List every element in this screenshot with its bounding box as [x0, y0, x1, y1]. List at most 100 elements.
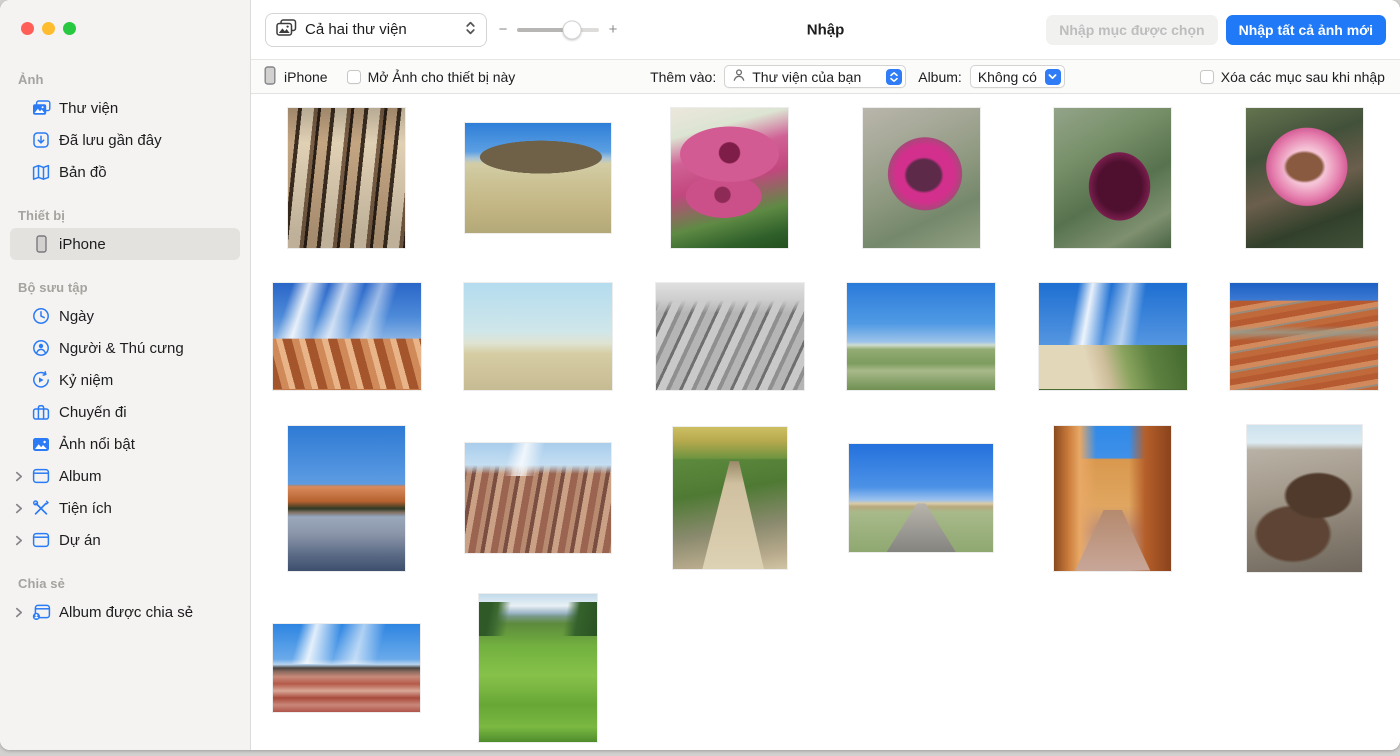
- map-icon: [30, 164, 52, 181]
- photo-thumbnail-creek-valley[interactable]: [673, 427, 787, 569]
- import-photo-grid: [251, 94, 1400, 750]
- sidebar-item-label: Chuyến đi: [59, 403, 127, 421]
- import-all-button[interactable]: Nhập tất cả ảnh mới: [1226, 15, 1386, 45]
- photo-cell: [443, 410, 635, 586]
- photo-cell: [1209, 410, 1400, 586]
- photo-cell: [443, 586, 635, 750]
- chevron-up-down-icon: [465, 20, 476, 40]
- photo-thumbnail-desert-road[interactable]: [849, 444, 993, 552]
- photo-grid-row: [251, 586, 1400, 750]
- sidebar-item-map[interactable]: Bản đồ: [10, 156, 240, 188]
- sidebar-item-person-circle[interactable]: Người & Thú cưng: [10, 332, 240, 364]
- photo-thumbnail-green-field[interactable]: [847, 283, 995, 390]
- toolbar-buttons: Nhập mục được chọn Nhập tất cả ảnh mới: [1046, 15, 1386, 45]
- chevron-right-icon[interactable]: [15, 471, 30, 482]
- zoom-slider-thumb[interactable]: [562, 20, 581, 39]
- device-info: iPhone: [264, 66, 328, 88]
- zoom-out-icon[interactable]: −: [498, 21, 508, 38]
- album-label: Album:: [918, 69, 962, 85]
- library-selector-label: Cả hai thư viện: [305, 21, 457, 38]
- suitcase-icon: [30, 404, 52, 421]
- sidebar-item-label: Album được chia sẻ: [59, 603, 193, 621]
- photo-thumbnail-green-meadow[interactable]: [479, 594, 597, 742]
- photo-cell: [251, 94, 443, 262]
- sidebar-item-clock[interactable]: Ngày: [10, 300, 240, 332]
- sidebar-section-title: Thiết bị: [18, 208, 250, 223]
- photo-grid-row: [251, 410, 1400, 586]
- person-icon: [732, 68, 746, 85]
- chevron-down-icon: [1045, 69, 1061, 85]
- photo-thumbnail-red-cliffs[interactable]: [1230, 283, 1378, 390]
- photo-cell: [251, 410, 443, 586]
- photo-cell: [634, 410, 826, 586]
- device-bar: iPhone Mở Ảnh cho thiết bị này Thêm vào:…: [251, 60, 1400, 94]
- device-name: iPhone: [284, 69, 328, 85]
- chevron-right-icon[interactable]: [15, 535, 30, 546]
- photo-cell: [1017, 410, 1209, 586]
- sidebar-item-label: Tiện ích: [59, 499, 112, 517]
- sidebar-item-photos-stack[interactable]: Thư viện: [10, 92, 240, 124]
- sidebar-item-album[interactable]: Album: [10, 460, 240, 492]
- import-selected-button[interactable]: Nhập mục được chọn: [1046, 15, 1217, 45]
- photo-thumbnail-pink-flower[interactable]: [1246, 108, 1363, 248]
- photo-thumbnail-white-cliffs[interactable]: [1039, 283, 1187, 390]
- photo-thumbnail-river-reflection[interactable]: [288, 426, 405, 571]
- photo-thumbnail-magenta-tulip[interactable]: [863, 108, 980, 248]
- window-controls: [0, 0, 250, 52]
- add-to-popup[interactable]: Thư viện của bạn: [724, 65, 906, 88]
- photo-cell: [1017, 94, 1209, 262]
- photo-thumbnail-prairie-butte[interactable]: [465, 123, 611, 233]
- close-window-button[interactable]: [21, 22, 34, 35]
- utilities-icon: [30, 499, 52, 517]
- sidebar-item-iphone[interactable]: iPhone: [10, 228, 240, 260]
- sidebar-item-project[interactable]: Dự án: [10, 524, 240, 556]
- photo-thumbnail-pink-orchids[interactable]: [671, 108, 788, 248]
- sidebar-item-featured-photo[interactable]: Ảnh nổi bật: [10, 428, 240, 460]
- chevron-up-down-icon: [886, 69, 902, 85]
- photo-thumbnail-badlands-bw[interactable]: [656, 283, 804, 390]
- photo-thumbnail-hazy-plain[interactable]: [464, 283, 612, 390]
- open-photos-option[interactable]: Mở Ảnh cho thiết bị này: [347, 69, 516, 85]
- add-to-value: Thư viện của bạn: [752, 69, 880, 85]
- page-title: Nhập: [807, 21, 845, 38]
- photo-cell: [1209, 94, 1400, 262]
- chevron-right-icon[interactable]: [15, 607, 30, 618]
- sidebar-item-label: Kỷ niệm: [59, 371, 113, 389]
- photo-cell: [1209, 262, 1400, 410]
- delete-after-import-option[interactable]: Xóa các mục sau khi nhập: [1200, 69, 1385, 85]
- sidebar-item-label: Đã lưu gần đây: [59, 131, 162, 149]
- sidebar-section-title: Bộ sưu tập: [18, 280, 250, 295]
- photos-stack-icon: [30, 100, 52, 116]
- photo-thumbnail-rock-face[interactable]: [288, 108, 405, 248]
- minimize-window-button[interactable]: [42, 22, 55, 35]
- delete-after-import-label: Xóa các mục sau khi nhập: [1221, 69, 1385, 85]
- photos-stack-icon: [276, 19, 297, 40]
- sidebar-item-shared-album[interactable]: Album được chia sẻ: [10, 596, 240, 628]
- photo-thumbnail-canyon-road[interactable]: [1054, 426, 1171, 571]
- sidebar-item-suitcase[interactable]: Chuyến đi: [10, 396, 240, 428]
- photo-thumbnail-grand-canyon[interactable]: [465, 443, 611, 553]
- zoom-slider-track[interactable]: [517, 28, 599, 32]
- sidebar-item-utilities[interactable]: Tiện ích: [10, 492, 240, 524]
- photo-cell: [251, 586, 443, 750]
- photo-thumbnail-petrified-logs[interactable]: [1247, 425, 1362, 572]
- delete-after-import-checkbox[interactable]: [1200, 70, 1214, 84]
- shared-album-icon: [30, 604, 52, 621]
- album-popup[interactable]: Không có: [970, 65, 1065, 88]
- chevron-right-icon[interactable]: [15, 503, 30, 514]
- sidebar-section-title: Ảnh: [18, 72, 250, 87]
- photo-thumbnail-dark-tulip[interactable]: [1054, 108, 1171, 248]
- open-photos-checkbox[interactable]: [347, 70, 361, 84]
- sidebar-item-recently-saved[interactable]: Đã lưu gần đây: [10, 124, 240, 156]
- sidebar-item-memories[interactable]: Kỷ niệm: [10, 364, 240, 396]
- photo-thumbnail-painted-desert[interactable]: [273, 624, 420, 712]
- photo-cell: [826, 94, 1018, 262]
- sidebar-nav: Ảnh Thư viện Đã lưu gần đây Bản đồ Thiết bị i…: [0, 72, 250, 628]
- library-selector[interactable]: Cả hai thư viện: [265, 13, 487, 47]
- memories-icon: [30, 371, 52, 389]
- zoom-in-icon[interactable]: +: [608, 21, 618, 38]
- photo-thumbnail-bryce-hoodoos[interactable]: [273, 283, 421, 390]
- zoom-window-button[interactable]: [63, 22, 76, 35]
- sidebar-item-label: Bản đồ: [59, 163, 107, 181]
- import-destination-controls: Thêm vào: Thư viện của bạn: [650, 65, 1065, 88]
